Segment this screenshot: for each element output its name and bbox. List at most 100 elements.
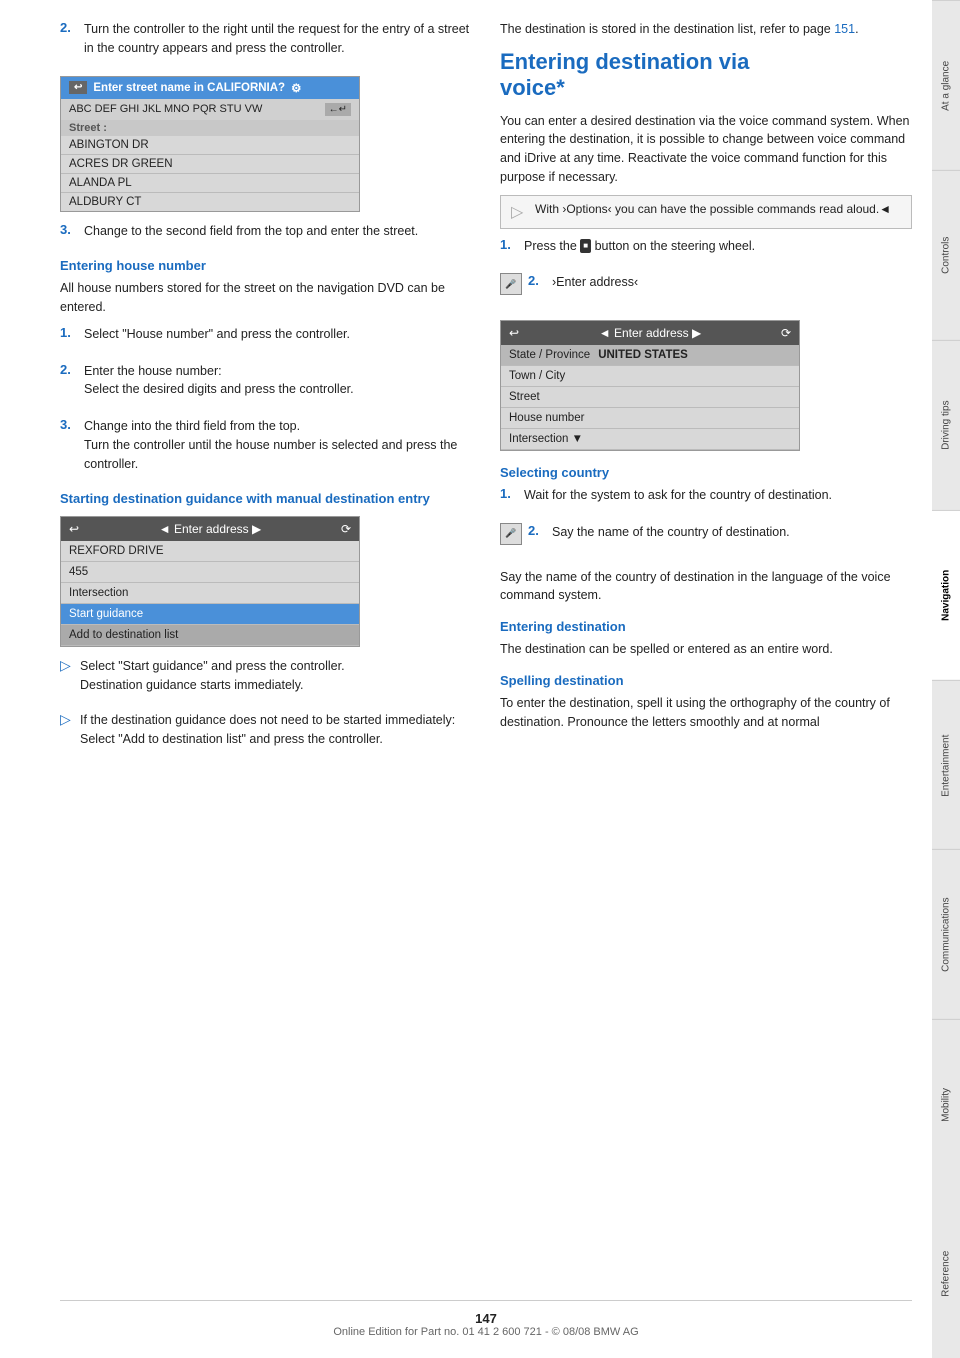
right-column: The destination is stored in the destina… xyxy=(500,20,912,1280)
house-step-1-text: Select "House number" and press the cont… xyxy=(84,325,472,344)
tab-driving-tips[interactable]: Driving tips xyxy=(932,340,960,510)
tab-reference[interactable]: Reference xyxy=(932,1189,960,1358)
main-heading: Entering destination viavoice* xyxy=(500,49,912,102)
guidance-back-arrow[interactable]: ↩ xyxy=(69,522,79,536)
state-value: UNITED STATES xyxy=(598,349,688,361)
country-step-2-text: Say the name of the country of destinati… xyxy=(552,523,790,542)
selecting-country-heading: Selecting country xyxy=(500,465,912,480)
street-item-3[interactable]: ALANDA PL xyxy=(61,174,359,193)
spelling-destination-para1: To enter the destination, spell it using… xyxy=(500,694,912,732)
voice-step-2-text: ›Enter address‹ xyxy=(552,273,638,292)
selecting-country-section: Selecting country 1. Wait for the system… xyxy=(500,465,912,605)
step-2-num: 2. xyxy=(60,20,76,62)
start-guidance-item[interactable]: Start guidance xyxy=(61,604,359,625)
house-step-3-text: Change into the third field from the top… xyxy=(84,417,472,473)
town-city-item[interactable]: Town / City xyxy=(501,366,799,387)
main-content: 2. Turn the controller to the right unti… xyxy=(0,0,932,1358)
add-to-dest-item[interactable]: Add to destination list xyxy=(61,625,359,646)
voice-microphone-icon: 🎤 xyxy=(500,273,522,295)
voice-addr-title: ◄ Enter address ▶ xyxy=(519,326,781,340)
guidance-bullet-1: ▷ Select "Start guidance" and press the … xyxy=(60,657,472,703)
step-3: 3. Change to the second field from the t… xyxy=(60,222,472,245)
entering-destination-section: Entering destination The destination can… xyxy=(500,619,912,659)
spelling-destination-section: Spelling destination To enter the destin… xyxy=(500,673,912,732)
tab-controls[interactable]: Controls xyxy=(932,170,960,340)
country-step-1-text: Wait for the system to ask for the count… xyxy=(524,486,912,505)
tab-communications[interactable]: Communications xyxy=(932,849,960,1019)
bullet-1-arrow: ▷ xyxy=(60,657,74,703)
street-box-header: ↩ Enter street name in CALIFORNIA? ⚙ xyxy=(61,77,359,99)
back-arrow-icon[interactable]: ↩ xyxy=(69,81,87,94)
street-item-4[interactable]: ALDBURY CT xyxy=(61,193,359,211)
state-province-row[interactable]: State / Province UNITED STATES xyxy=(501,345,799,366)
rexford-drive-item[interactable]: REXFORD DRIVE xyxy=(61,541,359,562)
dest-stored-link: 151 xyxy=(834,22,855,36)
entering-destination-para1: The destination can be spelled or entere… xyxy=(500,640,912,659)
step1-text1: Press the xyxy=(524,239,580,253)
spelling-destination-heading: Spelling destination xyxy=(500,673,912,688)
country-step-1-num: 1. xyxy=(500,486,516,509)
guidance-addr-header: ↩ ◄ Enter address ▶ ⟳ xyxy=(61,517,359,541)
country-step-2: 2. Say the name of the country of destin… xyxy=(528,523,790,546)
house-number-item[interactable]: House number xyxy=(501,408,799,429)
step1-text2: button on the steering wheel. xyxy=(591,239,755,253)
keyboard-chars: ABC DEF GHI JKL MNO PQR STU VW xyxy=(69,103,262,115)
street-ui-box: ↩ Enter street name in CALIFORNIA? ⚙ ABC… xyxy=(60,76,360,212)
settings-icon[interactable]: ⚙ xyxy=(291,81,301,95)
state-label: State / Province xyxy=(509,349,590,361)
street-item[interactable]: Street xyxy=(501,387,799,408)
keyboard-row: ABC DEF GHI JKL MNO PQR STU VW ←↵ xyxy=(61,99,359,120)
country-step-1: 1. Wait for the system to ask for the co… xyxy=(500,486,912,509)
page-footer: 147 Online Edition for Part no. 01 41 2 … xyxy=(60,1300,912,1338)
tab-navigation[interactable]: Navigation xyxy=(932,510,960,680)
street-item-1[interactable]: ABINGTON DR xyxy=(61,136,359,155)
house-step-2: 2. Enter the house number:Select the des… xyxy=(60,362,472,404)
voice-refresh-icon[interactable]: ⟳ xyxy=(781,326,791,340)
voice-step-1-num: 1. xyxy=(500,237,516,260)
street-label: Street : xyxy=(61,120,359,136)
voice-step-2-container: 🎤 2. ›Enter address‹ xyxy=(500,273,912,310)
enter-key[interactable]: ←↵ xyxy=(325,103,351,116)
step-3-num: 3. xyxy=(60,222,76,245)
dest-stored-text: The destination is stored in the destina… xyxy=(500,22,834,36)
starting-guidance-heading: Starting destination guidance with manua… xyxy=(60,491,472,506)
intro-para: You can enter a desired destination via … xyxy=(500,112,912,187)
bullet-1-text-1: Select "Start guidance" and press the co… xyxy=(80,657,345,695)
house-step-2-num: 2. xyxy=(60,362,76,404)
country-voice-icon: 🎤 xyxy=(500,523,522,545)
info-box: ▷ With ›Options‹ you can have the possib… xyxy=(500,195,912,229)
step-3-text: Change to the second field from the top … xyxy=(84,222,472,241)
starting-dest-guidance-section: Starting destination guidance with manua… xyxy=(60,491,472,756)
house-step-1-num: 1. xyxy=(60,325,76,348)
voice-step-2: 2. ›Enter address‹ xyxy=(528,273,638,296)
house-number-para1: All house numbers stored for the street … xyxy=(60,279,472,317)
street-item-2[interactable]: ACRES DR GREEN xyxy=(61,155,359,174)
guidance-addr-title: ◄ Enter address ▶ xyxy=(79,522,341,536)
steering-wheel-button-icon: ■ xyxy=(580,239,591,253)
info-triangle-icon: ▷ xyxy=(511,202,527,222)
house-455-item[interactable]: 455 xyxy=(61,562,359,583)
step-2-text: Turn the controller to the right until t… xyxy=(84,20,472,58)
house-number-heading: Entering house number xyxy=(60,258,472,273)
voice-back-arrow-icon[interactable]: ↩ xyxy=(509,326,519,340)
house-step-3-num: 3. xyxy=(60,417,76,477)
guidance-addr-box: ↩ ◄ Enter address ▶ ⟳ REXFORD DRIVE 455 … xyxy=(60,516,360,647)
street-header-text: Enter street name in CALIFORNIA? xyxy=(93,82,285,94)
entering-house-number-section: Entering house number All house numbers … xyxy=(60,258,472,477)
bullet-2-text-1: If the destination guidance does not nee… xyxy=(80,711,455,749)
country-step-2-container: 🎤 2. Say the name of the country of dest… xyxy=(500,523,912,560)
tab-entertainment[interactable]: Entertainment xyxy=(932,680,960,850)
tab-mobility[interactable]: Mobility xyxy=(932,1019,960,1189)
house-step-1: 1. Select "House number" and press the c… xyxy=(60,325,472,348)
left-column: 2. Turn the controller to the right unti… xyxy=(60,20,472,1280)
tab-at-a-glance[interactable]: At a glance xyxy=(932,0,960,170)
dest-stored-end: . xyxy=(855,22,858,36)
voice-addr-box: ↩ ◄ Enter address ▶ ⟳ State / Province U… xyxy=(500,320,800,451)
bullet-2-arrow: ▷ xyxy=(60,711,74,757)
intersection-voice-item[interactable]: Intersection ▼ xyxy=(501,429,799,450)
guidance-refresh-icon[interactable]: ⟳ xyxy=(341,522,351,536)
intersection-item[interactable]: Intersection xyxy=(61,583,359,604)
step-2: 2. Turn the controller to the right unti… xyxy=(60,20,472,62)
voice-addr-header: ↩ ◄ Enter address ▶ ⟳ xyxy=(501,321,799,345)
tab-bar: At a glance Controls Driving tips Naviga… xyxy=(932,0,960,1358)
